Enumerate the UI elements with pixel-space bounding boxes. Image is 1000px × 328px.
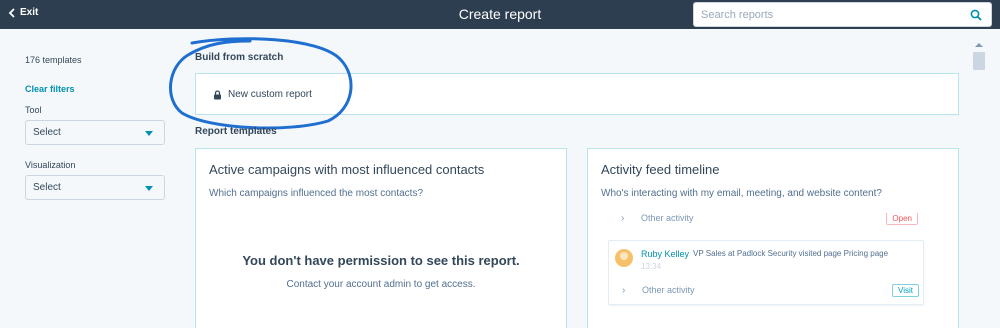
feed-item: › Other activity Open <box>608 213 924 227</box>
template-card-question: Who's interacting with my email, meeting… <box>601 188 882 199</box>
feed-item-text: Other activity <box>642 285 695 295</box>
contact-name: Ruby Kelley <box>641 249 690 259</box>
caret-down-icon <box>145 131 153 136</box>
feed-activity-block: Ruby Kelley VP Sales at Padlock Security… <box>608 240 924 305</box>
search-icon[interactable] <box>970 9 982 21</box>
template-card-title: Activity feed timeline <box>601 162 720 177</box>
page-scrollbar-thumb[interactable] <box>973 52 985 70</box>
main-content: Build from scratch New custom report Rep… <box>169 29 972 328</box>
status-badge: Open <box>886 213 918 225</box>
activity-description: VP Sales at Padlock Security visited pag… <box>693 249 889 258</box>
chevron-right-icon: › <box>621 213 625 224</box>
tool-select[interactable]: Select <box>25 120 165 145</box>
status-badge: Visit <box>892 284 919 297</box>
template-count: 176 templates <box>25 55 82 65</box>
avatar <box>615 249 633 267</box>
filter-sidebar: 176 templates Clear filters Tool Select … <box>0 29 180 328</box>
visualization-select-value: Select <box>33 182 61 193</box>
page-scrollbar[interactable] <box>972 29 986 328</box>
lock-icon <box>214 90 221 100</box>
caret-down-icon <box>145 186 153 191</box>
search-box <box>693 2 992 27</box>
activity-feed-preview: › Other activity Open Ruby Kelley VP Sal… <box>608 213 944 328</box>
template-card-question: Which campaigns influenced the most cont… <box>209 188 423 199</box>
feed-item: › Other activity Visit <box>609 284 925 299</box>
template-card-title: Active campaigns with most influenced co… <box>209 162 485 177</box>
build-from-scratch-heading: Build from scratch <box>195 52 284 63</box>
scroll-up-icon[interactable] <box>975 43 983 47</box>
new-custom-report-label: New custom report <box>228 89 312 100</box>
report-templates-heading: Report templates <box>195 126 277 137</box>
permission-help-text: Contact your account admin to get access… <box>286 279 476 290</box>
chevron-right-icon: › <box>622 285 626 296</box>
template-card-activity-feed[interactable]: Activity feed timeline Who's interacting… <box>587 148 959 328</box>
tool-filter-label: Tool <box>25 105 42 115</box>
feed-item-text: Other activity <box>641 213 694 223</box>
top-bar: Exit Create report <box>0 0 1000 29</box>
visualization-filter-label: Visualization <box>25 160 76 170</box>
search-input[interactable] <box>694 3 954 26</box>
activity-time: 13:34 <box>641 262 662 271</box>
visualization-select[interactable]: Select <box>25 175 165 200</box>
permission-message: You don't have permission to see this re… <box>242 253 520 268</box>
tool-select-value: Select <box>33 127 61 138</box>
template-card-active-campaigns[interactable]: Active campaigns with most influenced co… <box>195 148 567 328</box>
new-custom-report-card[interactable]: New custom report <box>195 73 959 115</box>
clear-filters-link[interactable]: Clear filters <box>25 84 75 94</box>
